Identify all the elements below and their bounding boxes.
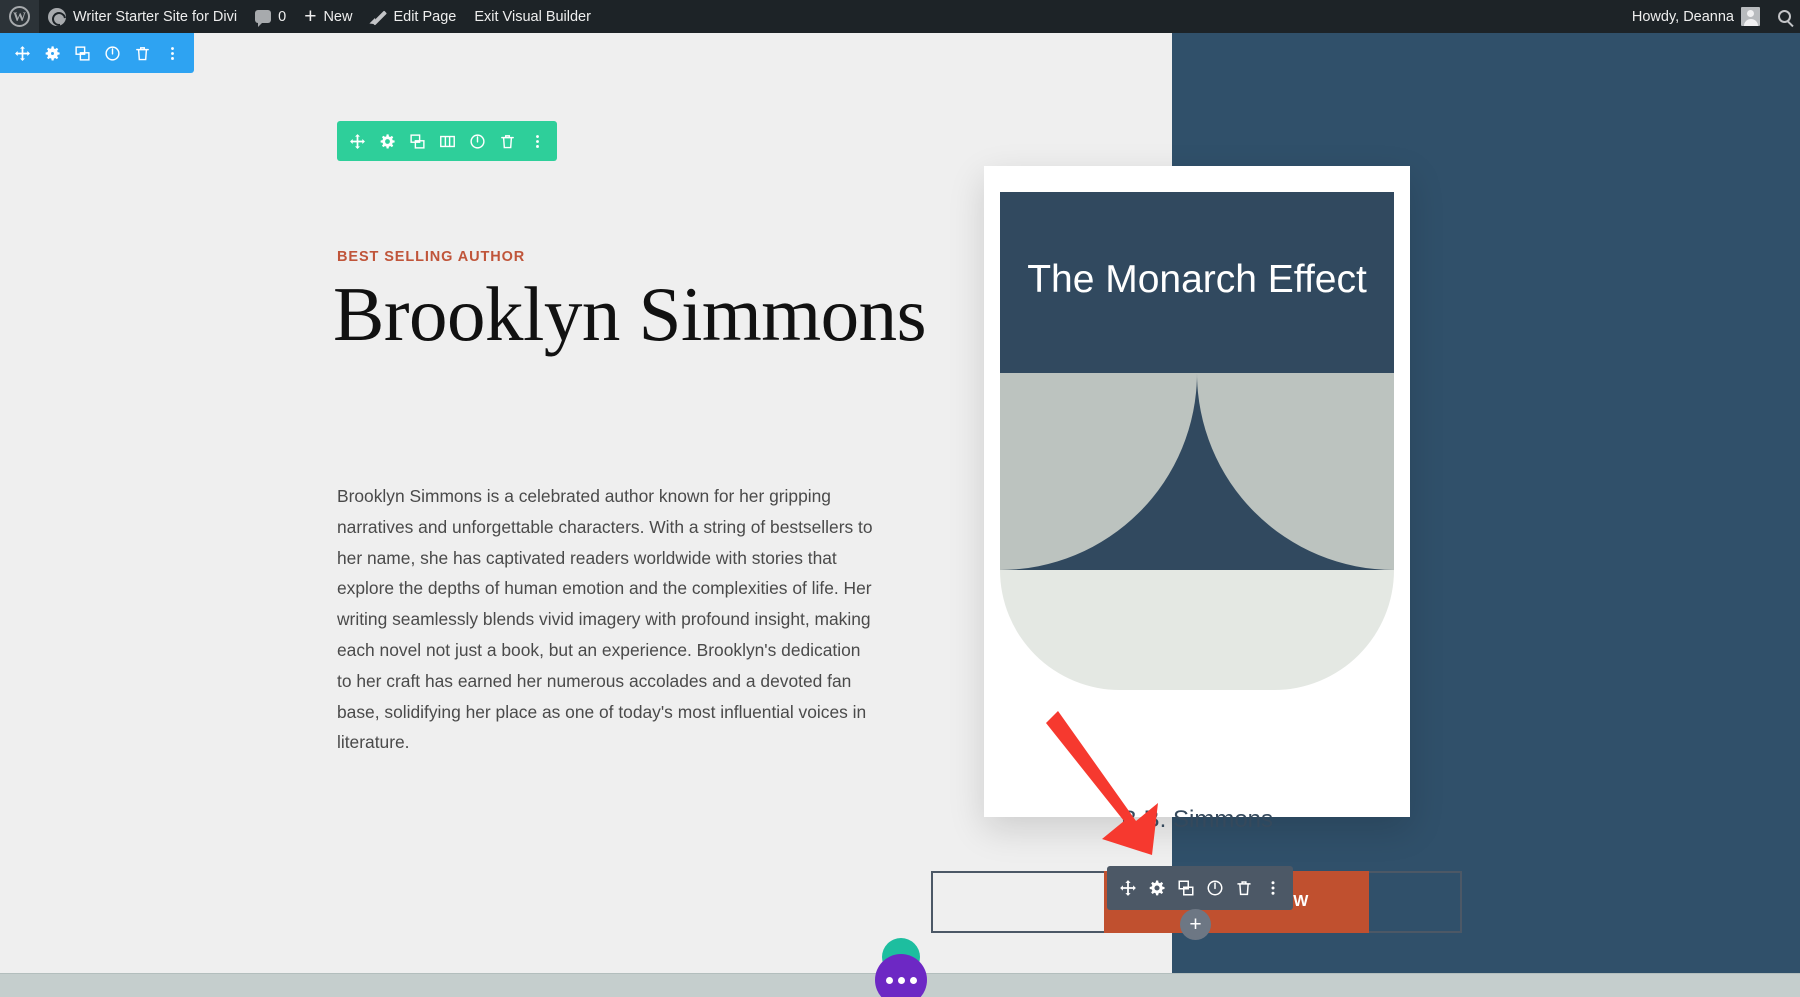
trash-icon[interactable] (1229, 866, 1258, 910)
more-options-icon[interactable] (522, 121, 552, 161)
trash-icon[interactable] (492, 121, 522, 161)
duplicate-icon[interactable] (1171, 866, 1200, 910)
howdy-label: Howdy, Deanna (1631, 8, 1734, 25)
gear-icon[interactable] (1142, 866, 1171, 910)
gear-icon[interactable] (372, 121, 402, 161)
more-options-icon[interactable] (1258, 866, 1287, 910)
plus-icon: + (1189, 913, 1202, 936)
new-content-menu[interactable]: + New (295, 0, 361, 33)
book-cover-image: The Monarch Effect B.B. Simmons (984, 166, 1410, 833)
cover-petal-right (1197, 570, 1394, 690)
more-options-icon (885, 976, 917, 984)
comments-count: 0 (278, 8, 287, 25)
power-icon[interactable] (1200, 866, 1229, 910)
columns-icon[interactable] (432, 121, 462, 161)
admin-search-button[interactable] (1769, 0, 1800, 33)
new-label: New (323, 8, 353, 25)
exit-visual-builder-button[interactable]: Exit Visual Builder (465, 0, 600, 33)
comments-menu[interactable]: 0 (246, 0, 295, 33)
power-icon[interactable] (462, 121, 492, 161)
edit-page-label: Edit Page (393, 8, 457, 25)
gear-icon[interactable] (37, 33, 67, 73)
pencil-icon (370, 9, 386, 25)
module-toolbar[interactable] (1107, 866, 1293, 910)
book-title: The Monarch Effect (1027, 258, 1367, 301)
wp-admin-bar: W Writer Starter Site for Divi 0 + New E… (0, 0, 1800, 33)
site-dashboard-icon (48, 7, 66, 26)
cover-top-panel: The Monarch Effect (1000, 192, 1394, 570)
fab-settings-menu-button[interactable] (875, 954, 927, 997)
exit-visual-builder-label: Exit Visual Builder (474, 8, 591, 25)
cover-wing-right (1197, 373, 1394, 570)
site-name-menu[interactable]: Writer Starter Site for Divi (39, 0, 246, 33)
cover-petal-left (1000, 570, 1197, 690)
my-account-menu[interactable]: Howdy, Deanna (1623, 0, 1769, 33)
row-toolbar[interactable] (337, 121, 557, 161)
user-avatar-icon (1741, 7, 1760, 26)
wordpress-logo-icon: W (9, 6, 30, 27)
site-name-label: Writer Starter Site for Divi (73, 8, 238, 25)
plus-icon: + (304, 5, 317, 28)
duplicate-icon[interactable] (67, 33, 97, 73)
move-icon[interactable] (1113, 866, 1142, 910)
cover-bottom-panel (1000, 570, 1394, 690)
move-icon[interactable] (342, 121, 372, 161)
more-options-icon[interactable] (157, 33, 187, 73)
add-module-button[interactable]: + (1180, 909, 1211, 940)
wp-logo-menu[interactable]: W (0, 0, 39, 33)
comment-bubble-icon (255, 10, 272, 27)
page-title: Brooklyn Simmons (333, 271, 927, 357)
search-icon (1778, 10, 1791, 23)
edit-page-menu[interactable]: Edit Page (361, 0, 465, 33)
duplicate-icon[interactable] (402, 121, 432, 161)
cover-wing-left (1000, 373, 1197, 570)
power-icon[interactable] (97, 33, 127, 73)
section-toolbar[interactable] (0, 33, 194, 73)
visual-builder-canvas: BEST SELLING AUTHOR Brooklyn Simmons Bro… (0, 33, 1800, 997)
author-bio-text: Brooklyn Simmons is a celebrated author … (337, 486, 873, 753)
eyebrow-text: BEST SELLING AUTHOR (337, 249, 526, 265)
book-author: B.B. Simmons (1120, 806, 1274, 833)
move-icon[interactable] (7, 33, 37, 73)
trash-icon[interactable] (127, 33, 157, 73)
